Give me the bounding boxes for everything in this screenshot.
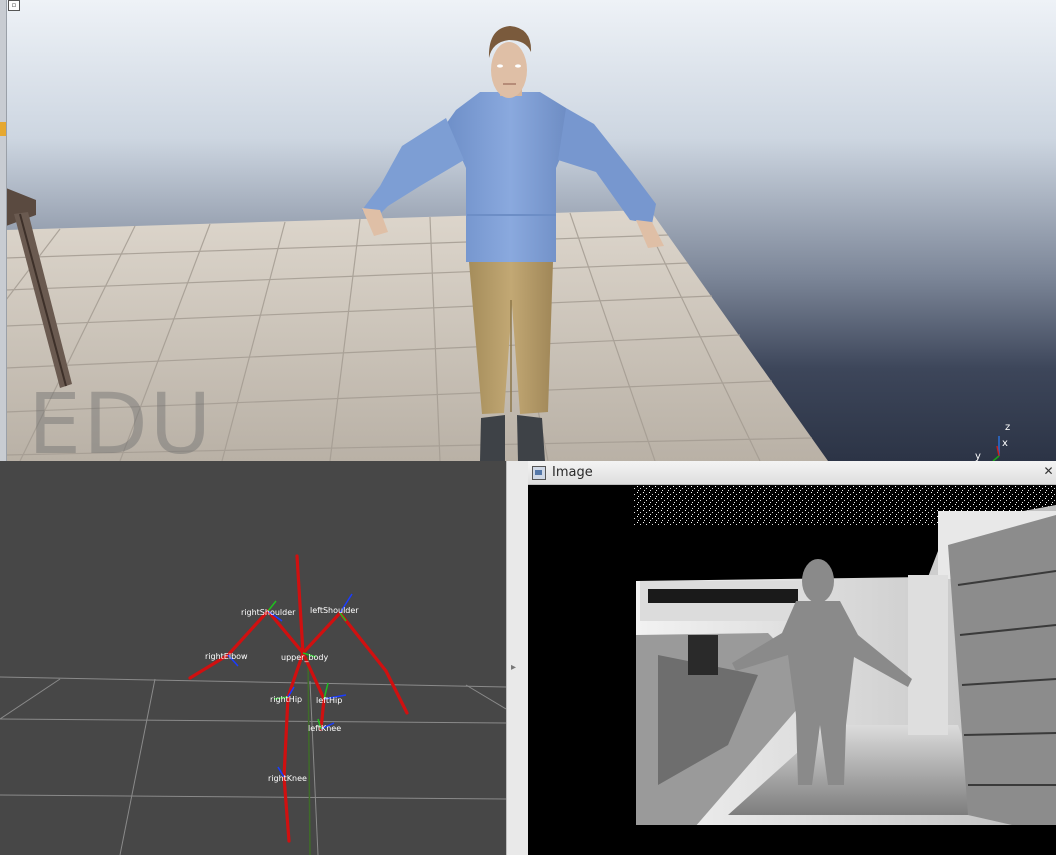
tf-label-left-knee: leftKnee — [308, 724, 341, 733]
image-icon — [532, 466, 546, 480]
image-window: Image ✕ — [528, 461, 1056, 855]
window-restore-icon[interactable]: ▫ — [8, 0, 20, 11]
tf-label-upper-body: upper_body — [281, 653, 328, 662]
axis-label-y: y — [975, 451, 981, 461]
rviz-3d-view[interactable]: rightShoulder leftShoulder rightElbow up… — [0, 461, 506, 855]
collapse-arrow-icon[interactable]: ▸ — [511, 662, 516, 673]
tf-label-right-shoulder: rightShoulder — [241, 608, 296, 617]
axis-icon — [992, 436, 1000, 461]
axis-gizmo: z x y — [975, 420, 1025, 461]
image-window-title: Image — [552, 465, 593, 480]
tf-label-right-knee: rightKnee — [268, 774, 307, 783]
tf-label-left-hip: leftHip — [316, 696, 342, 705]
tf-label-left-shoulder: leftShoulder — [310, 606, 359, 615]
left-dock-strip — [0, 0, 7, 461]
ground-grid — [0, 676, 506, 855]
depth-image — [528, 485, 1056, 855]
panel-splitter[interactable] — [506, 461, 529, 855]
axis-label-z: z — [1005, 422, 1011, 433]
simulator-viewport[interactable]: ▫ EDU z x y — [0, 0, 1056, 461]
dock-marker[interactable] — [0, 122, 6, 136]
axis-label-x: x — [1002, 438, 1008, 449]
watermark-text: EDU — [28, 375, 214, 461]
tf-label-right-hip: rightHip — [270, 695, 302, 704]
tf-label-right-elbow: rightElbow — [205, 652, 248, 661]
close-icon[interactable]: ✕ — [1042, 465, 1055, 478]
rviz-canvas: rightShoulder leftShoulder rightElbow up… — [0, 554, 506, 855]
image-window-titlebar[interactable]: Image ✕ — [528, 461, 1056, 485]
